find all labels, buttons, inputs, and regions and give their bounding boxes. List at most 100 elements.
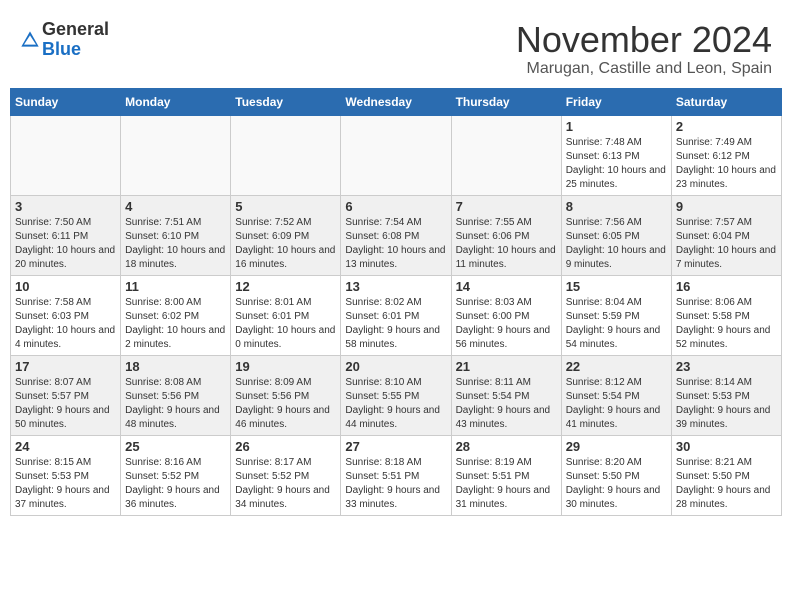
table-row: 11Sunrise: 8:00 AMSunset: 6:02 PMDayligh… [121,275,231,355]
day-info: Sunrise: 8:14 AMSunset: 5:53 PMDaylight:… [676,376,777,432]
day-number: 24 [15,439,116,454]
day-number: 10 [15,279,116,294]
day-info: Sunrise: 7:48 AMSunset: 6:13 PMDaylight:… [566,136,667,192]
table-row: 13Sunrise: 8:02 AMSunset: 6:01 PMDayligh… [341,275,451,355]
day-number: 26 [235,439,336,454]
table-row: 28 Sunrise: 8:19 AMSunset: 5:51 PMDayligh… [451,435,561,515]
table-row [341,115,451,195]
header-thursday: Thursday [451,88,561,115]
calendar-week-row: 10 Sunrise: 7:58 AMSunset: 6:03 PMDayligh… [11,275,782,355]
table-row [11,115,121,195]
table-row: 19Sunrise: 8:09 AMSunset: 5:56 PMDayligh… [231,355,341,435]
table-row: 12Sunrise: 8:01 AMSunset: 6:01 PMDayligh… [231,275,341,355]
day-number: 4 [125,199,226,214]
calendar-header-row: Sunday Monday Tuesday Wednesday Thursday… [11,88,782,115]
day-info: Sunrise: 7:55 AMSunset: 6:06 PMDaylight:… [456,216,557,272]
day-info: Sunrise: 8:17 AMSunset: 5:52 PMDaylight:… [235,456,336,512]
table-row: 24 Sunrise: 8:15 AMSunset: 5:53 PMDayligh… [11,435,121,515]
day-info: Sunrise: 8:20 AMSunset: 5:50 PMDaylight:… [566,456,667,512]
title-block: November 2024 Marugan, Castille and Leon… [516,20,772,78]
header-wednesday: Wednesday [341,88,451,115]
table-row: 15 Sunrise: 8:04 AMSunset: 5:59 PMDayligh… [561,275,671,355]
day-info: Sunrise: 8:01 AMSunset: 6:01 PMDaylight:… [235,296,336,352]
table-row: 5 Sunrise: 7:52 AMSunset: 6:09 PMDaylight… [231,195,341,275]
day-info: Sunrise: 8:16 AMSunset: 5:52 PMDaylight:… [125,456,226,512]
table-row: 4Sunrise: 7:51 AMSunset: 6:10 PMDaylight… [121,195,231,275]
day-number: 15 [566,279,667,294]
calendar-table: Sunday Monday Tuesday Wednesday Thursday… [10,88,782,516]
logo-icon [20,30,40,50]
day-info: Sunrise: 7:54 AMSunset: 6:08 PMDaylight:… [345,216,446,272]
header-tuesday: Tuesday [231,88,341,115]
day-number: 17 [15,359,116,374]
logo-general: General [42,20,109,40]
table-row: 9Sunrise: 7:57 AMSunset: 6:04 PMDaylight… [671,195,781,275]
header-friday: Friday [561,88,671,115]
table-row: 20Sunrise: 8:10 AMSunset: 5:55 PMDayligh… [341,355,451,435]
table-row: 18Sunrise: 8:08 AMSunset: 5:56 PMDayligh… [121,355,231,435]
table-row: 29 Sunrise: 8:20 AMSunset: 5:50 PMDayligh… [561,435,671,515]
table-row: 16 Sunrise: 8:06 AMSunset: 5:58 PMDayligh… [671,275,781,355]
table-row: 8Sunrise: 7:56 AMSunset: 6:05 PMDaylight… [561,195,671,275]
table-row: 23 Sunrise: 8:14 AMSunset: 5:53 PMDayligh… [671,355,781,435]
day-info: Sunrise: 7:50 AMSunset: 6:11 PMDaylight:… [15,216,116,272]
day-info: Sunrise: 8:21 AMSunset: 5:50 PMDaylight:… [676,456,777,512]
table-row: 7Sunrise: 7:55 AMSunset: 6:06 PMDaylight… [451,195,561,275]
calendar-week-row: 1 Sunrise: 7:48 AMSunset: 6:13 PMDaylight… [11,115,782,195]
day-info: Sunrise: 8:18 AMSunset: 5:51 PMDaylight:… [345,456,446,512]
table-row: 25Sunrise: 8:16 AMSunset: 5:52 PMDayligh… [121,435,231,515]
header-sunday: Sunday [11,88,121,115]
calendar-week-row: 3 Sunrise: 7:50 AMSunset: 6:11 PMDaylight… [11,195,782,275]
day-info: Sunrise: 8:02 AMSunset: 6:01 PMDaylight:… [345,296,446,352]
month-title: November 2024 [516,20,772,60]
day-info: Sunrise: 8:15 AMSunset: 5:53 PMDaylight:… [15,456,116,512]
page-container: General Blue November 2024 Marugan, Cast… [10,10,782,516]
table-row: 21 Sunrise: 8:11 AMSunset: 5:54 PMDayligh… [451,355,561,435]
day-info: Sunrise: 7:57 AMSunset: 6:04 PMDaylight:… [676,216,777,272]
day-number: 16 [676,279,777,294]
day-info: Sunrise: 8:08 AMSunset: 5:56 PMDaylight:… [125,376,226,432]
logo-text: General Blue [42,20,109,60]
table-row: 22Sunrise: 8:12 AMSunset: 5:54 PMDayligh… [561,355,671,435]
header-monday: Monday [121,88,231,115]
day-number: 29 [566,439,667,454]
table-row: 30 Sunrise: 8:21 AMSunset: 5:50 PMDayligh… [671,435,781,515]
table-row: 1 Sunrise: 7:48 AMSunset: 6:13 PMDaylight… [561,115,671,195]
day-number: 8 [566,199,667,214]
day-number: 28 [456,439,557,454]
day-info: Sunrise: 8:06 AMSunset: 5:58 PMDaylight:… [676,296,777,352]
day-info: Sunrise: 7:52 AMSunset: 6:09 PMDaylight:… [235,216,336,272]
day-number: 23 [676,359,777,374]
day-number: 6 [345,199,446,214]
day-number: 14 [456,279,557,294]
day-number: 2 [676,119,777,134]
day-number: 21 [456,359,557,374]
day-number: 30 [676,439,777,454]
day-info: Sunrise: 8:19 AMSunset: 5:51 PMDaylight:… [456,456,557,512]
page-header: General Blue November 2024 Marugan, Cast… [10,10,782,83]
table-row: 2Sunrise: 7:49 AMSunset: 6:12 PMDaylight… [671,115,781,195]
calendar-week-row: 24 Sunrise: 8:15 AMSunset: 5:53 PMDayligh… [11,435,782,515]
day-info: Sunrise: 7:58 AMSunset: 6:03 PMDaylight:… [15,296,116,352]
table-row: 26 Sunrise: 8:17 AMSunset: 5:52 PMDayligh… [231,435,341,515]
day-info: Sunrise: 8:11 AMSunset: 5:54 PMDaylight:… [456,376,557,432]
table-row [451,115,561,195]
day-info: Sunrise: 8:03 AMSunset: 6:00 PMDaylight:… [456,296,557,352]
calendar-week-row: 17 Sunrise: 8:07 AMSunset: 5:57 PMDayligh… [11,355,782,435]
day-number: 3 [15,199,116,214]
table-row [121,115,231,195]
header-saturday: Saturday [671,88,781,115]
day-number: 1 [566,119,667,134]
day-number: 20 [345,359,446,374]
day-number: 5 [235,199,336,214]
table-row: 6 Sunrise: 7:54 AMSunset: 6:08 PMDaylight… [341,195,451,275]
table-row: 3 Sunrise: 7:50 AMSunset: 6:11 PMDaylight… [11,195,121,275]
day-info: Sunrise: 8:04 AMSunset: 5:59 PMDaylight:… [566,296,667,352]
day-info: Sunrise: 8:09 AMSunset: 5:56 PMDaylight:… [235,376,336,432]
location-title: Marugan, Castille and Leon, Spain [516,60,772,78]
day-info: Sunrise: 8:12 AMSunset: 5:54 PMDaylight:… [566,376,667,432]
table-row: 10 Sunrise: 7:58 AMSunset: 6:03 PMDayligh… [11,275,121,355]
day-info: Sunrise: 8:07 AMSunset: 5:57 PMDaylight:… [15,376,116,432]
table-row: 14 Sunrise: 8:03 AMSunset: 6:00 PMDayligh… [451,275,561,355]
table-row: 17 Sunrise: 8:07 AMSunset: 5:57 PMDayligh… [11,355,121,435]
